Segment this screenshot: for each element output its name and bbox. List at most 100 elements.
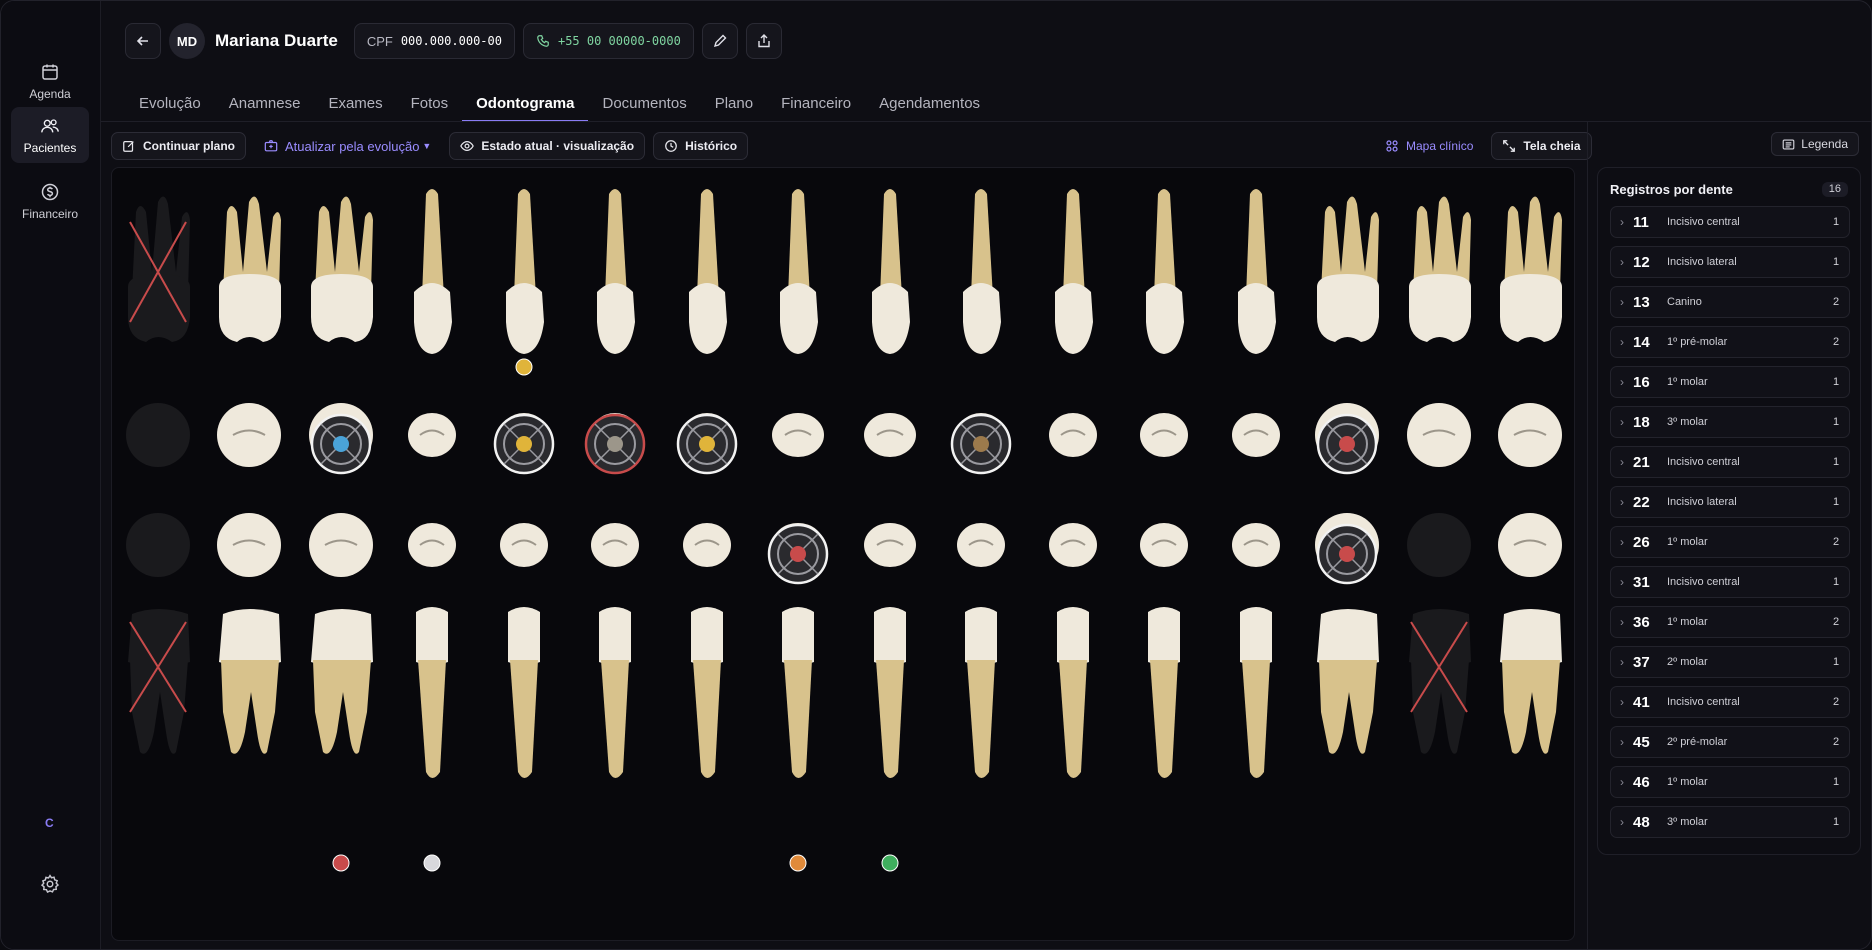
- tooth-13-upper-side[interactable]: [575, 182, 655, 372]
- tooth-46-lower-side[interactable]: [301, 602, 381, 802]
- tooth-38-lower-occ[interactable]: [1490, 500, 1570, 590]
- tooth-27-upper-side[interactable]: [1399, 182, 1479, 372]
- tooth-31-lower-side[interactable]: [850, 602, 930, 802]
- record-row-26[interactable]: › 26 1º molar 2: [1610, 526, 1850, 558]
- tab-financeiro[interactable]: Financeiro: [767, 89, 865, 122]
- record-row-21[interactable]: › 21 Incisivo central 1: [1610, 446, 1850, 478]
- cpf-chip[interactable]: CPF 000.000.000-00: [353, 23, 515, 59]
- record-row-36[interactable]: › 36 1º molar 2: [1610, 606, 1850, 638]
- tooth-14-upper-side[interactable]: [484, 182, 564, 372]
- tooth-18-upper-occ[interactable]: [118, 390, 198, 480]
- tooth-11-upper-occ[interactable]: [758, 390, 838, 480]
- sidebar-item-agenda[interactable]: Agenda: [11, 53, 89, 109]
- history-button[interactable]: Histórico: [653, 132, 749, 160]
- tab-fotos[interactable]: Fotos: [397, 89, 463, 122]
- fullscreen-button[interactable]: Tela cheia: [1491, 132, 1592, 160]
- tab-anamnese[interactable]: Anamnese: [215, 89, 315, 122]
- tooth-32-lower-occ[interactable]: [941, 500, 1021, 590]
- tooth-23-upper-side[interactable]: [1033, 182, 1113, 372]
- tooth-45-lower-side[interactable]: [392, 602, 472, 802]
- tooth-33-lower-occ[interactable]: [1033, 500, 1113, 590]
- tooth-25-upper-occ[interactable]: [1216, 390, 1296, 480]
- record-row-16[interactable]: › 16 1º molar 1: [1610, 366, 1850, 398]
- surface-marker[interactable]: [675, 412, 739, 476]
- tooth-24-upper-side[interactable]: [1124, 182, 1204, 372]
- tooth-23-upper-occ[interactable]: [1033, 390, 1113, 480]
- tooth-48-lower-side[interactable]: [118, 602, 198, 802]
- tab-plano[interactable]: Plano: [701, 89, 767, 122]
- record-row-13[interactable]: › 13 Canino 2: [1610, 286, 1850, 318]
- status-marker-icon[interactable]: [881, 854, 899, 872]
- tab-evolucao[interactable]: Evolução: [125, 89, 215, 122]
- sidebar-item-pacientes[interactable]: Pacientes: [11, 107, 89, 163]
- record-row-48[interactable]: › 48 3º molar 1: [1610, 806, 1850, 838]
- tooth-26-upper-side[interactable]: [1307, 182, 1387, 372]
- tooth-43-lower-side[interactable]: [575, 602, 655, 802]
- surface-marker[interactable]: [1315, 522, 1379, 586]
- tooth-47-lower-occ[interactable]: [209, 500, 289, 590]
- tooth-21-upper-occ[interactable]: [850, 390, 930, 480]
- tooth-17-upper-side[interactable]: [209, 182, 289, 372]
- tooth-15-upper-occ[interactable]: [392, 390, 472, 480]
- surface-marker[interactable]: [492, 412, 556, 476]
- tooth-21-upper-side[interactable]: [850, 182, 930, 372]
- record-row-37[interactable]: › 37 2º molar 1: [1610, 646, 1850, 678]
- sidebar-item-financeiro[interactable]: Financeiro: [11, 173, 89, 229]
- update-from-evolution-button[interactable]: Atualizar pela evolução ▼: [254, 132, 441, 160]
- tooth-42-lower-occ[interactable]: [667, 500, 747, 590]
- tooth-34-lower-occ[interactable]: [1124, 500, 1204, 590]
- tooth-36-lower-side[interactable]: [1307, 602, 1387, 802]
- tooth-27-upper-occ[interactable]: [1399, 390, 1479, 480]
- user-initial[interactable]: C: [45, 816, 54, 830]
- gear-icon[interactable]: [39, 873, 61, 895]
- record-row-18[interactable]: › 18 3º molar 1: [1610, 406, 1850, 438]
- tooth-28-upper-side[interactable]: [1490, 182, 1570, 372]
- tooth-45-lower-occ[interactable]: [392, 500, 472, 590]
- tooth-46-lower-occ[interactable]: [301, 500, 381, 590]
- tooth-24-upper-occ[interactable]: [1124, 390, 1204, 480]
- tooth-48-lower-occ[interactable]: [118, 500, 198, 590]
- tooth-37-lower-occ[interactable]: [1399, 500, 1479, 590]
- tooth-15-upper-side[interactable]: [392, 182, 472, 372]
- tooth-47-lower-side[interactable]: [209, 602, 289, 802]
- tooth-33-lower-side[interactable]: [1033, 602, 1113, 802]
- tooth-11-upper-side[interactable]: [758, 182, 838, 372]
- record-row-14[interactable]: › 14 1º pré-molar 2: [1610, 326, 1850, 358]
- tooth-12-upper-side[interactable]: [667, 182, 747, 372]
- tooth-41-lower-side[interactable]: [758, 602, 838, 802]
- clinical-map-button[interactable]: Mapa clínico: [1375, 132, 1483, 160]
- tooth-22-upper-side[interactable]: [941, 182, 1021, 372]
- record-row-22[interactable]: › 22 Incisivo lateral 1: [1610, 486, 1850, 518]
- legend-button[interactable]: Legenda: [1771, 132, 1859, 156]
- tooth-35-lower-occ[interactable]: [1216, 500, 1296, 590]
- record-row-46[interactable]: › 46 1º molar 1: [1610, 766, 1850, 798]
- current-state-button[interactable]: Estado atual · visualização: [449, 132, 646, 160]
- status-marker-icon[interactable]: [789, 854, 807, 872]
- surface-marker[interactable]: [1315, 412, 1379, 476]
- continue-plan-button[interactable]: Continuar plano: [111, 132, 246, 160]
- edit-button[interactable]: [701, 23, 738, 59]
- tooth-44-lower-side[interactable]: [484, 602, 564, 802]
- tab-odontograma[interactable]: Odontograma: [462, 89, 589, 122]
- tooth-31-lower-occ[interactable]: [850, 500, 930, 590]
- tooth-17-upper-occ[interactable]: [209, 390, 289, 480]
- surface-marker[interactable]: [583, 412, 647, 476]
- record-row-45[interactable]: › 45 2º pré-molar 2: [1610, 726, 1850, 758]
- surface-marker[interactable]: [766, 522, 830, 586]
- tooth-34-lower-side[interactable]: [1124, 602, 1204, 802]
- status-marker-icon[interactable]: [515, 358, 533, 376]
- tooth-28-upper-occ[interactable]: [1490, 390, 1570, 480]
- tooth-25-upper-side[interactable]: [1216, 182, 1296, 372]
- record-row-31[interactable]: › 31 Incisivo central 1: [1610, 566, 1850, 598]
- tab-exames[interactable]: Exames: [314, 89, 396, 122]
- tooth-43-lower-occ[interactable]: [575, 500, 655, 590]
- share-button[interactable]: [745, 23, 782, 59]
- status-marker-icon[interactable]: [423, 854, 441, 872]
- surface-marker[interactable]: [309, 412, 373, 476]
- tooth-42-lower-side[interactable]: [667, 602, 747, 802]
- record-row-11[interactable]: › 11 Incisivo central 1: [1610, 206, 1850, 238]
- tooth-35-lower-side[interactable]: [1216, 602, 1296, 802]
- tab-agendamentos[interactable]: Agendamentos: [865, 89, 994, 122]
- status-marker-icon[interactable]: [332, 854, 350, 872]
- tooth-18-upper-side[interactable]: [118, 182, 198, 372]
